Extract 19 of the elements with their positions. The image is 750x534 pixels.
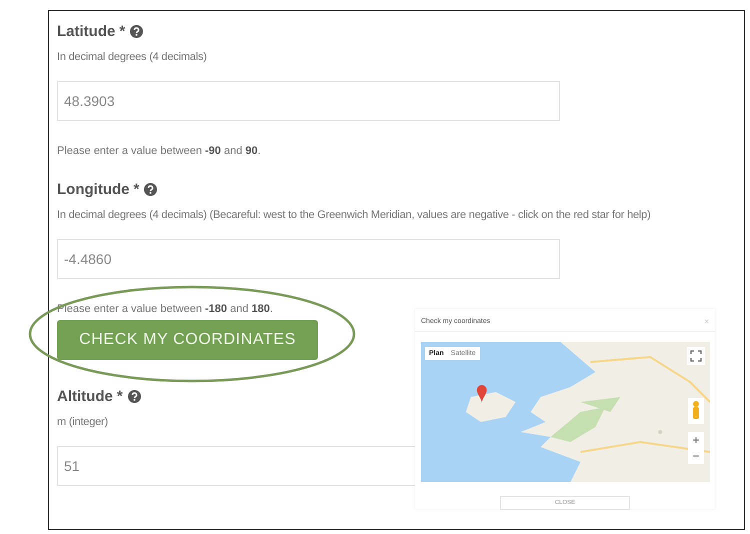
help-icon[interactable] [144, 182, 158, 196]
help-text: In decimal degrees (4 decimals) (Becareful: west to the Greenwich Meridian, values are negative - click on the red star for help) [57, 209, 652, 221]
required-mark: * [133, 180, 140, 198]
help-text: m (integer) [57, 416, 109, 428]
help-icon[interactable] [130, 24, 144, 38]
check-coordinates-button[interactable]: CHECK MY COORDINATES [57, 320, 318, 360]
zoom-out-button[interactable]: − [688, 448, 704, 464]
required-mark: * [116, 388, 123, 404]
field-label: Altitude [57, 388, 113, 404]
validation-text: Please enter a value between -90 and 90. [57, 145, 262, 157]
required-mark: * [119, 22, 126, 40]
zoom-in-button[interactable]: + [688, 432, 704, 448]
input-field[interactable]: -4.4860 [57, 239, 560, 279]
field-label: Longitude [57, 180, 130, 198]
field-label: Latitude [57, 22, 116, 40]
fullscreen-icon[interactable] [687, 347, 705, 365]
help-text: In decimal degrees (4 decimals) [57, 51, 208, 63]
input-field[interactable]: 48.3903 [57, 81, 560, 121]
help-icon[interactable] [128, 390, 141, 402]
